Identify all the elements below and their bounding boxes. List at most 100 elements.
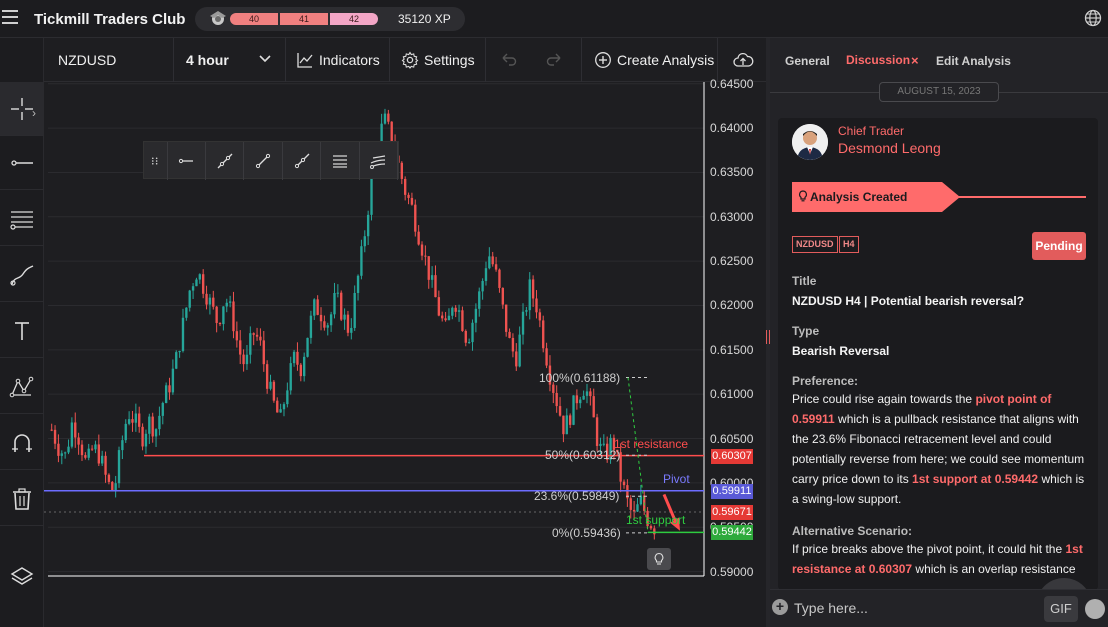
candle-body (400, 162, 403, 179)
candle-body (127, 419, 131, 424)
fib-channel-icon[interactable] (360, 142, 398, 180)
candle-body (545, 348, 548, 366)
candle-body (639, 495, 643, 505)
fib-level-label: 0%(0.59436) (552, 525, 621, 540)
avatar[interactable] (792, 124, 828, 160)
candle-body (212, 297, 215, 307)
globe-icon[interactable] (1084, 9, 1102, 27)
horizontal-ray-tool[interactable] (0, 136, 44, 190)
candle-body (444, 318, 447, 321)
candle-body (592, 396, 595, 418)
magnet-tool[interactable] (0, 416, 44, 470)
parallel-channel-icon (10, 210, 33, 230)
chevron-right-icon[interactable]: › (32, 106, 36, 120)
xp-progress[interactable]: 40 41 42 35120 XP (195, 7, 465, 31)
add-attachment-icon[interactable]: + (772, 599, 788, 615)
candle-body (404, 178, 407, 195)
fib-level-label: 50%(0.60312) (545, 448, 621, 463)
candle-body (602, 443, 605, 445)
settings-button[interactable]: Settings (390, 38, 486, 82)
preference-label: Preference: (792, 374, 859, 388)
candle-body (117, 450, 121, 484)
symbol-selector[interactable]: NZDUSD (44, 38, 174, 82)
candle-body (262, 340, 265, 365)
tab-general[interactable]: General (785, 54, 830, 68)
redo-button[interactable] (534, 38, 582, 82)
candle-body (313, 299, 316, 316)
drawing-toolbar (143, 141, 399, 180)
menu-icon[interactable] (2, 10, 18, 26)
channel-tool[interactable] (0, 192, 44, 246)
author-role: Chief Trader (838, 124, 905, 138)
message-input[interactable] (794, 596, 1034, 620)
candle-body (542, 320, 545, 349)
candle-body (90, 448, 94, 450)
timeframe-dropdown[interactable]: 4 hour (174, 38, 286, 82)
fib-retracement-icon[interactable] (321, 142, 360, 180)
preference-text: Price could rise again towards the pivot… (792, 389, 1090, 509)
candle-body (141, 426, 144, 447)
candle-body (171, 368, 175, 393)
indicators-label: Indicators (319, 52, 380, 68)
candle-body (279, 409, 282, 413)
candle-body (235, 331, 239, 341)
pattern-tool[interactable] (0, 360, 44, 414)
undo-button[interactable] (486, 38, 534, 82)
extended-line-icon[interactable] (206, 142, 245, 180)
fib-level-label: 23.6%(0.59849) (534, 489, 620, 504)
crosshair-tool[interactable] (0, 82, 44, 136)
candle-body (158, 415, 161, 430)
candle-body (461, 310, 464, 331)
gif-button[interactable]: GIF (1044, 596, 1078, 622)
candle-body (286, 390, 289, 405)
candle-body (114, 483, 117, 491)
date-badge: AUGUST 15, 2023 (879, 82, 999, 102)
chevron-down-icon (259, 55, 271, 63)
ray-line-icon[interactable] (283, 142, 322, 180)
candle-body (575, 395, 579, 404)
trash-icon (13, 487, 31, 510)
delete-tool[interactable] (0, 472, 44, 526)
candle-body (276, 400, 279, 413)
brush-tool[interactable] (0, 248, 44, 302)
layers-tool[interactable] (0, 550, 44, 604)
fib-level-label: 100%(0.61188) (539, 370, 621, 385)
candle-body (622, 481, 626, 486)
emoji-icon[interactable] (1085, 599, 1105, 619)
create-analysis-button[interactable]: Create Analysis (582, 38, 718, 82)
candle-body (185, 307, 188, 318)
candle-body (101, 455, 104, 464)
author-name[interactable]: Desmond Leong (838, 140, 941, 156)
candle-body (515, 351, 518, 367)
text-icon (15, 321, 29, 340)
trend-line-icon[interactable] (244, 142, 283, 180)
resistance-price-tag: 0.60307 (711, 448, 753, 464)
candle-body (175, 352, 178, 369)
candle-body (410, 197, 414, 205)
create-analysis-label: Create Analysis (617, 52, 715, 68)
candle-body (420, 244, 424, 256)
candle-body (121, 440, 124, 451)
horizontal-line-icon[interactable] (168, 142, 207, 180)
candle-body (572, 395, 575, 425)
candle-body (562, 415, 565, 435)
candle-body (363, 236, 366, 247)
candle-body (464, 330, 467, 343)
text-tool[interactable] (0, 304, 44, 358)
tab-edit-analysis[interactable]: Edit Analysis (936, 54, 1011, 68)
candle-body (70, 422, 74, 447)
candle-body (239, 340, 242, 355)
upload-button[interactable] (718, 38, 766, 82)
y-tick-label: 0.64000 (710, 121, 754, 136)
lightbulb-icon[interactable] (647, 548, 671, 570)
candle-body (242, 354, 245, 365)
analysis-panel: General Discussion × Edit Analysis AUGUS… (770, 38, 1108, 627)
candle-body (511, 337, 515, 352)
indicators-button[interactable]: Indicators (286, 38, 390, 82)
chart-area[interactable]: 0.64500 0.64000 0.63500 0.63000 0.62500 0.620… (44, 77, 766, 627)
drag-handle-icon[interactable] (144, 142, 168, 180)
tab-discussion[interactable]: Discussion (846, 53, 910, 67)
horizontal-ray-icon (11, 159, 33, 166)
candle-body (97, 444, 100, 464)
close-tab-icon[interactable]: × (911, 53, 919, 68)
